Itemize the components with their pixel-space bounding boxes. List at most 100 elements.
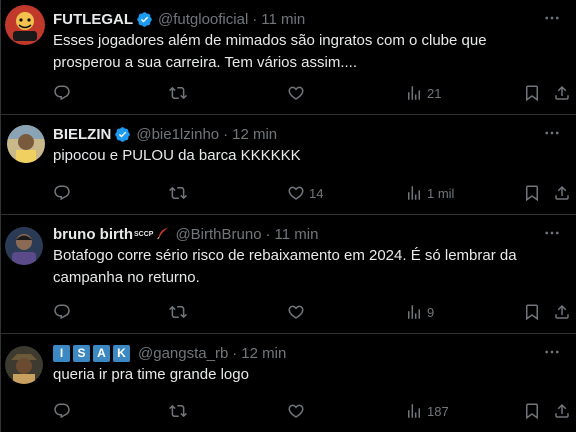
views-icon	[408, 186, 420, 200]
bookmark-icon	[526, 185, 538, 202]
retweet-button[interactable]	[169, 399, 187, 423]
heart-icon	[288, 86, 304, 100]
separator: ·	[232, 344, 238, 362]
more-icon[interactable]	[542, 8, 562, 28]
retweet-button[interactable]	[169, 81, 187, 105]
tweet-actions: 14 1 mil	[53, 181, 569, 205]
tweet[interactable]: FUTLEGAL @futglooficial · 11 min Esses j…	[1, 0, 576, 115]
retweet-icon	[169, 86, 187, 100]
retweet-button[interactable]	[169, 300, 187, 324]
separator: ·	[223, 125, 229, 143]
timestamp[interactable]: 11 min	[275, 226, 319, 243]
bookmark-button[interactable]	[523, 399, 541, 423]
views-count: 21	[427, 85, 442, 101]
views-icon	[408, 86, 420, 100]
bookmark-button[interactable]	[523, 300, 541, 324]
display-name[interactable]: BIELZIN	[53, 126, 111, 143]
reply-button[interactable]	[53, 300, 71, 324]
timestamp[interactable]: 12 min	[232, 126, 277, 143]
retweet-icon	[169, 305, 187, 319]
timestamp[interactable]: 12 min	[241, 345, 286, 362]
like-button[interactable]	[287, 300, 305, 324]
tweet[interactable]: bruno birth SCCP @BirthBruno · 11 min Bo…	[1, 215, 576, 334]
views-icon	[408, 305, 420, 319]
views-count: 187	[427, 403, 449, 419]
tweet-actions: 9	[53, 300, 569, 324]
share-icon	[555, 403, 569, 418]
tweet-text: Esses jogadores além de mimados são ingr…	[53, 32, 487, 71]
views-count: 9	[427, 304, 435, 320]
tweet-text: queria ir pra time grande logo	[53, 366, 249, 383]
bookmark-button[interactable]	[523, 181, 541, 205]
tweet-header: FUTLEGAL @futglooficial · 11 min	[53, 8, 562, 30]
more-icon[interactable]	[542, 223, 562, 243]
separator: ·	[252, 10, 258, 28]
reply-icon	[54, 403, 70, 419]
reply-icon	[54, 85, 70, 101]
handle[interactable]: @futglooficial	[158, 11, 248, 28]
avatar[interactable]	[7, 125, 45, 163]
heart-icon	[288, 186, 304, 200]
bookmark-icon	[526, 85, 538, 102]
display-name[interactable]: bruno birth	[53, 226, 133, 243]
reply-button[interactable]	[53, 181, 71, 205]
reply-button[interactable]	[53, 81, 71, 105]
share-icon	[555, 185, 569, 200]
share-button[interactable]	[553, 399, 571, 423]
timeline-feed: FUTLEGAL @futglooficial · 11 min Esses j…	[0, 0, 576, 432]
avatar[interactable]	[5, 227, 43, 265]
views-count: 1 mil	[427, 185, 455, 201]
reply-button[interactable]	[53, 399, 71, 423]
like-button[interactable]	[287, 81, 305, 105]
display-name-letter[interactable]: I	[53, 344, 70, 362]
avatar[interactable]	[5, 346, 43, 384]
tweet-header: BIELZIN @bie1lzinho · 12 min	[53, 123, 562, 145]
bookmark-icon	[526, 304, 538, 321]
tweet-header: bruno birth SCCP @BirthBruno · 11 min	[53, 223, 562, 245]
display-name-letter[interactable]: K	[113, 344, 130, 362]
like-button[interactable]	[287, 399, 305, 423]
feather-icon	[156, 226, 170, 243]
heart-icon	[288, 305, 304, 319]
handle[interactable]: @BirthBruno	[175, 226, 261, 243]
verified-badge-icon	[136, 11, 153, 28]
share-button[interactable]	[553, 181, 571, 205]
heart-icon	[288, 404, 304, 418]
share-icon	[555, 85, 569, 100]
team-flair: SCCP	[133, 230, 154, 238]
tweet[interactable]: I S A K @gangsta_rb · 12 min queria ir p…	[1, 334, 576, 432]
views-button[interactable]: 21	[405, 81, 441, 105]
tweet-actions: 21	[53, 81, 569, 105]
display-name-letter[interactable]: S	[73, 344, 90, 362]
retweet-icon	[169, 186, 187, 200]
retweet-button[interactable]	[169, 181, 187, 205]
tweet-header: I S A K @gangsta_rb · 12 min	[53, 342, 562, 364]
timestamp[interactable]: 11 min	[261, 11, 305, 28]
reply-icon	[54, 185, 70, 201]
views-button[interactable]: 9	[405, 300, 434, 324]
more-icon[interactable]	[542, 123, 562, 143]
reply-icon	[54, 304, 70, 320]
views-button[interactable]: 1 mil	[405, 181, 454, 205]
bookmark-icon	[526, 403, 538, 420]
tweet-text: pipocou e PULOU da barca KKKKKK	[53, 147, 301, 164]
separator: ·	[265, 225, 271, 243]
display-name[interactable]: FUTLEGAL	[53, 11, 133, 28]
share-icon	[555, 304, 569, 319]
verified-badge-icon	[114, 126, 131, 143]
like-button[interactable]: 14	[287, 181, 323, 205]
more-icon[interactable]	[542, 342, 562, 362]
tweet[interactable]: BIELZIN @bie1lzinho · 12 min pipocou e P…	[1, 115, 576, 215]
likes-count: 14	[309, 185, 324, 201]
avatar[interactable]	[5, 5, 45, 45]
share-button[interactable]	[553, 300, 571, 324]
handle[interactable]: @gangsta_rb	[138, 345, 228, 362]
share-button[interactable]	[553, 81, 571, 105]
tweet-actions: 187	[53, 399, 569, 423]
display-name-letter[interactable]: A	[93, 344, 110, 362]
views-icon	[408, 404, 420, 418]
views-button[interactable]: 187	[405, 399, 449, 423]
bookmark-button[interactable]	[523, 81, 541, 105]
handle[interactable]: @bie1lzinho	[136, 126, 219, 143]
tweet-text: Botafogo corre sério risco de rebaixamen…	[53, 247, 517, 286]
